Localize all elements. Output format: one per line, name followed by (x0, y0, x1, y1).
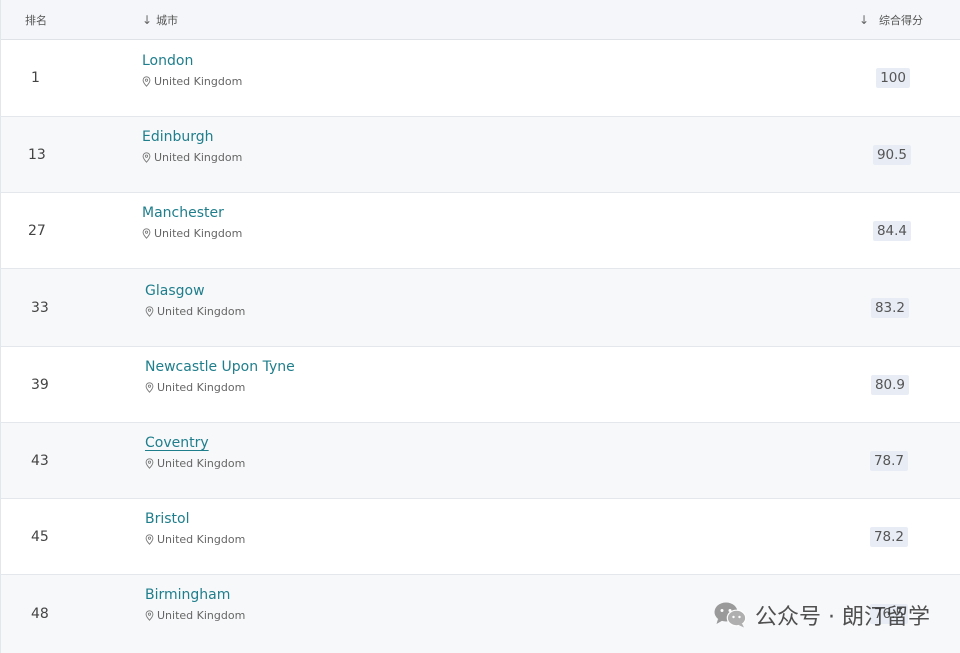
country-label: United Kingdom (145, 609, 245, 622)
watermark: 公众号 · 朗汀留学 (713, 599, 930, 631)
location-pin-icon (145, 610, 154, 621)
country-text: United Kingdom (157, 305, 246, 318)
table-header: 排名 ↓ 城市 ↓ 综合得分 (1, 0, 960, 40)
score-badge: 80.9 (870, 374, 909, 395)
score-header-label: 综合得分 (879, 14, 923, 27)
location-pin-icon (142, 228, 151, 239)
rank-cell: 33 (31, 299, 49, 316)
location-pin-icon (145, 458, 154, 469)
location-pin-icon (142, 76, 151, 87)
city-link[interactable]: Bristol (145, 511, 190, 527)
score-badge: 100 (876, 68, 910, 88)
country-label: United Kingdom (142, 151, 242, 164)
rank-cell: 1 (31, 70, 40, 86)
city-link[interactable]: Coventry (145, 435, 209, 451)
table-row: 39 Newcastle Upon Tyne United Kingdom 80… (1, 347, 960, 423)
city-link[interactable]: Manchester (142, 205, 224, 221)
table-row: 27 Manchester United Kingdom 84.4 (1, 193, 960, 269)
rank-header-label: 排名 (25, 14, 47, 27)
score-badge: 83.2 (870, 297, 909, 318)
country-label: United Kingdom (145, 381, 245, 394)
score-column-header[interactable]: ↓ 综合得分 (859, 12, 923, 28)
country-label: United Kingdom (142, 75, 242, 88)
sort-arrow-down-icon: ↓ (858, 13, 869, 27)
ranking-table: 排名 ↓ 城市 ↓ 综合得分 1 London United Kingdom 1… (0, 0, 960, 653)
rank-cell: 43 (31, 452, 49, 469)
country-text: United Kingdom (154, 75, 243, 88)
country-text: United Kingdom (157, 381, 246, 394)
city-link[interactable]: Edinburgh (142, 129, 214, 145)
rank-cell: 13 (28, 146, 46, 163)
watermark-text: 公众号 · 朗汀留学 (755, 605, 930, 630)
country-label: United Kingdom (145, 305, 245, 318)
city-link[interactable]: Glasgow (145, 283, 205, 299)
table-row: 45 Bristol United Kingdom 78.2 (1, 499, 960, 575)
location-pin-icon (145, 306, 154, 317)
city-header-label: 城市 (156, 14, 179, 27)
country-label: United Kingdom (142, 227, 242, 240)
score-badge: 84.4 (872, 220, 911, 241)
country-text: United Kingdom (157, 533, 246, 546)
location-pin-icon (145, 382, 154, 393)
rank-column-header[interactable]: 排名 (25, 12, 47, 28)
score-badge: 90.5 (872, 144, 911, 165)
city-column-header[interactable]: ↓ 城市 (142, 12, 178, 28)
rank-cell: 48 (31, 606, 49, 622)
sort-arrow-down-icon: ↓ (142, 13, 153, 27)
city-link[interactable]: Newcastle Upon Tyne (145, 359, 295, 375)
score-badge: 78.2 (869, 526, 908, 547)
country-text: United Kingdom (154, 151, 243, 164)
country-text: United Kingdom (154, 227, 243, 240)
table-row: 1 London United Kingdom 100 (1, 40, 960, 117)
city-link[interactable]: Birmingham (145, 587, 230, 603)
country-label: United Kingdom (145, 533, 245, 546)
rank-cell: 39 (31, 376, 49, 393)
country-text: United Kingdom (157, 609, 246, 622)
location-pin-icon (142, 152, 151, 163)
city-link[interactable]: London (142, 53, 193, 69)
table-row: 33 Glasgow United Kingdom 83.2 (1, 269, 960, 347)
location-pin-icon (145, 534, 154, 545)
table-row: 43 Coventry United Kingdom 78.7 (1, 423, 960, 499)
rank-cell: 45 (31, 528, 49, 545)
rank-cell: 27 (28, 222, 46, 239)
wechat-icon (714, 602, 747, 628)
country-label: United Kingdom (145, 457, 245, 470)
table-row: 13 Edinburgh United Kingdom 90.5 (1, 117, 960, 193)
score-badge: 78.7 (869, 450, 908, 471)
country-text: United Kingdom (157, 457, 246, 470)
